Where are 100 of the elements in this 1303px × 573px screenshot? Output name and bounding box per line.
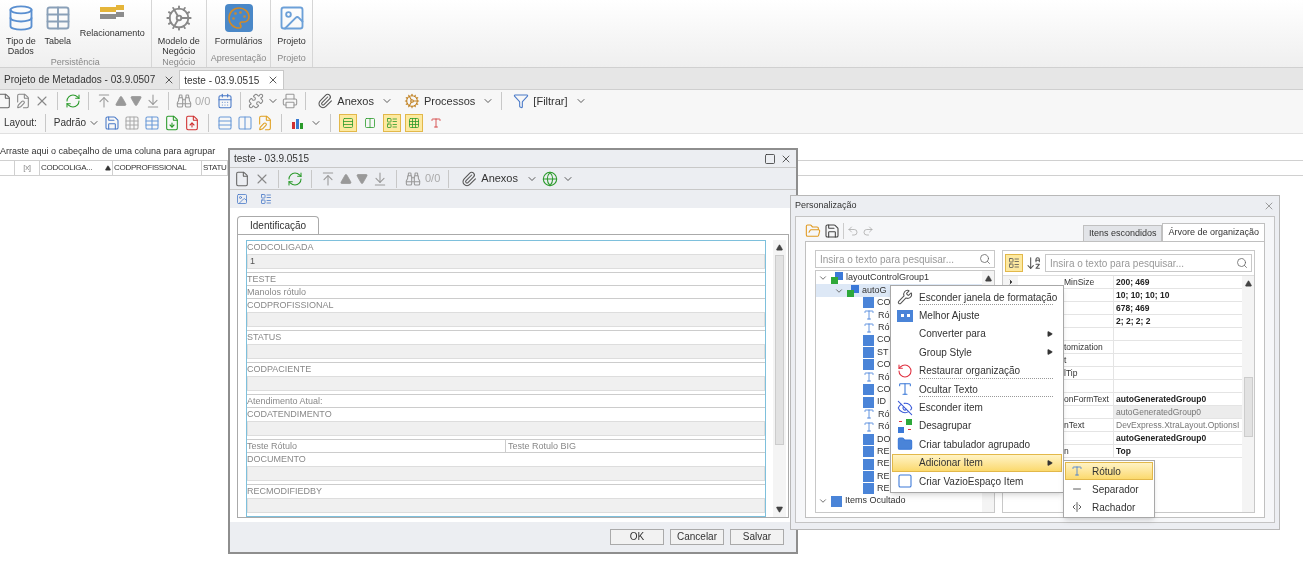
first-record-icon[interactable] <box>96 93 112 109</box>
filter-button[interactable]: [Filtrar] <box>509 92 572 110</box>
input-field[interactable]: 1 <box>247 254 765 269</box>
menu-item[interactable]: Converter para <box>892 324 1062 344</box>
calendar-icon[interactable] <box>217 93 234 109</box>
table-icon[interactable] <box>144 114 161 131</box>
panel-tab[interactable]: Itens escondidos <box>1082 225 1163 241</box>
categorized-toggle[interactable] <box>1005 254 1023 272</box>
input-field[interactable] <box>247 312 765 327</box>
last-record-icon[interactable] <box>145 93 161 109</box>
scrollbar[interactable] <box>1242 276 1254 512</box>
layout-toggle-button[interactable] <box>405 113 424 132</box>
tree-item[interactable]: CO <box>877 296 891 310</box>
ribbon-button[interactable]: Formulários <box>212 4 265 52</box>
layout-toggle-button[interactable] <box>339 113 358 132</box>
tree-item[interactable]: CO <box>877 333 891 347</box>
scrollbar-thumb[interactable] <box>775 255 784 445</box>
ribbon-button[interactable]: Tabela <box>41 4 74 56</box>
column-header[interactable]: CODCOLIGA... <box>40 161 113 175</box>
document-tab[interactable]: teste - 03.9.0515 <box>179 70 285 89</box>
ribbon-button[interactable]: Projeto <box>275 4 308 52</box>
property-search-field[interactable]: Insira o texto para pesquisar... <box>1045 254 1252 272</box>
tree-item[interactable]: CO <box>877 358 891 372</box>
ribbon-button[interactable]: Relacionamento <box>77 4 147 56</box>
undo-icon[interactable] <box>847 225 859 237</box>
first-record-icon[interactable] <box>320 170 336 187</box>
tree-item[interactable]: Ró <box>878 308 890 323</box>
binoculars-icon[interactable] <box>176 93 192 109</box>
last-record-icon[interactable] <box>372 170 388 187</box>
tree-item[interactable]: Ró <box>878 407 890 422</box>
tree-item[interactable]: layoutControlGroup1 <box>846 271 930 285</box>
input-field[interactable] <box>247 466 765 481</box>
tree-search-field[interactable]: Insira o texto para pesquisar... <box>815 250 995 268</box>
menu-item[interactable]: Separador <box>1065 480 1153 498</box>
menu-item[interactable]: Adicionar Item <box>892 453 1062 472</box>
previous-record-icon[interactable] <box>115 95 127 107</box>
scrollbar[interactable] <box>773 240 786 517</box>
globe-icon[interactable] <box>542 170 558 187</box>
dialog-button[interactable]: OK <box>610 529 664 545</box>
column-header[interactable]: [x] <box>15 161 40 175</box>
tree-item[interactable]: DO <box>877 432 891 447</box>
tree-item[interactable]: RE <box>877 469 890 484</box>
property-value[interactable]: autoGeneratedGroup0 <box>1113 406 1242 418</box>
import-icon[interactable] <box>164 114 181 131</box>
save-layout-icon[interactable] <box>104 114 121 131</box>
form-tab[interactable]: Identificação <box>237 216 320 234</box>
rows-icon[interactable] <box>217 114 234 131</box>
scroll-up-icon[interactable] <box>984 275 992 282</box>
next-record-icon[interactable] <box>130 95 142 107</box>
layout-toggle-button[interactable] <box>383 113 402 132</box>
menu-item[interactable]: Criar tabulador agrupado <box>892 435 1062 454</box>
scroll-down-icon[interactable] <box>776 506 783 513</box>
processes-button[interactable]: Processos <box>400 92 480 110</box>
new-document-icon[interactable] <box>234 170 250 187</box>
tree-item[interactable]: autoG <box>862 283 887 298</box>
tree-item[interactable]: Ró <box>878 321 890 335</box>
columns-icon[interactable] <box>237 114 254 131</box>
menu-item[interactable]: Esconder item <box>892 398 1062 417</box>
previous-record-icon[interactable] <box>340 172 352 185</box>
tree-item[interactable]: Ró <box>878 370 890 385</box>
menu-item[interactable]: Esconder janela de formatação <box>892 288 1062 307</box>
column-header[interactable]: CODPROFISSIONAL <box>113 161 202 175</box>
menu-item[interactable]: Ocultar Texto <box>892 379 1062 399</box>
menu-item[interactable]: Melhor Ajuste <box>892 306 1062 325</box>
scroll-up-icon[interactable] <box>776 244 783 251</box>
filter-icon[interactable] <box>513 93 530 109</box>
image-icon[interactable] <box>234 193 250 205</box>
paperclip-icon[interactable] <box>317 93 334 109</box>
search-icon[interactable] <box>1236 257 1248 269</box>
tree-item[interactable]: ID <box>877 395 886 409</box>
grid-icon[interactable] <box>124 114 141 131</box>
dialog-button[interactable]: Salvar <box>730 529 784 545</box>
menu-item[interactable]: Group Style <box>892 343 1062 362</box>
tree-item[interactable]: Ró <box>878 420 890 434</box>
sort-alphabetical-icon[interactable] <box>1026 255 1042 271</box>
dialog-button[interactable]: Cancelar <box>670 529 724 545</box>
input-field[interactable] <box>247 498 765 513</box>
menu-item[interactable]: Restaurar organização <box>892 361 1062 380</box>
tree-item[interactable]: Items Ocultado <box>845 494 906 508</box>
tree-item[interactable]: CO <box>877 382 891 397</box>
menu-item[interactable]: Rótulo <box>1065 462 1153 480</box>
binoculars-icon[interactable] <box>405 170 421 187</box>
edit-icon[interactable] <box>15 93 31 109</box>
attachments-button[interactable]: Anexos <box>457 170 522 187</box>
scrollbar-thumb[interactable] <box>1243 377 1253 437</box>
menu-item[interactable]: Rachador <box>1065 498 1153 516</box>
layout-preset-dropdown[interactable]: Padrão <box>53 115 101 130</box>
tree-item[interactable]: ST <box>877 345 889 360</box>
tree-item[interactable]: RE <box>877 457 890 471</box>
save-icon[interactable] <box>824 223 840 239</box>
palette-icon[interactable] <box>224 4 253 32</box>
puzzle-icon[interactable] <box>248 93 265 109</box>
export-icon[interactable] <box>184 114 201 131</box>
input-field[interactable] <box>247 421 765 436</box>
ribbon-button[interactable]: Tipo de Dados <box>4 4 38 56</box>
refresh-icon[interactable] <box>287 170 303 187</box>
scroll-up-icon[interactable] <box>1244 280 1252 287</box>
new-document-icon[interactable] <box>0 93 12 109</box>
maximize-icon[interactable] <box>764 152 776 165</box>
gear-icon[interactable] <box>404 93 420 109</box>
